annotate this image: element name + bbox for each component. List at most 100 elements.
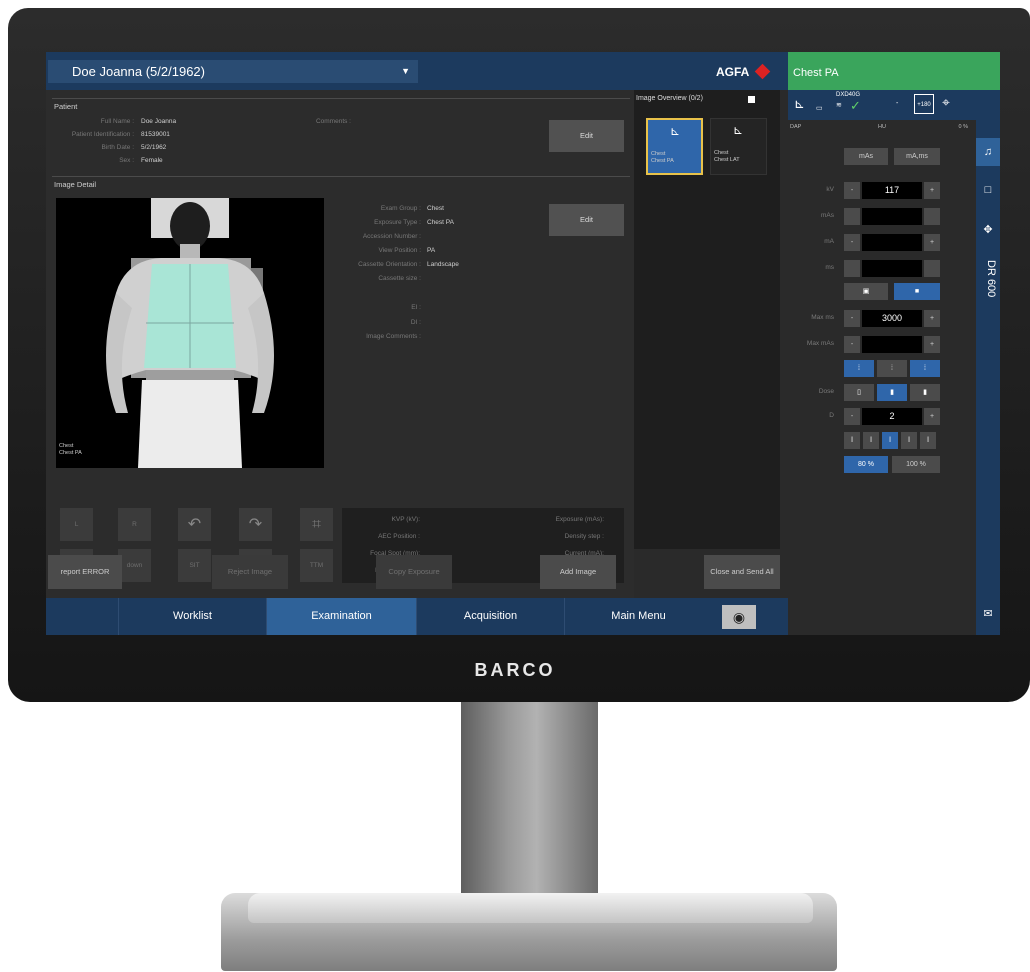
location-pin-icon[interactable]: ⌖ xyxy=(942,94,950,111)
patient-size-l-icon[interactable]: ǀ xyxy=(901,432,917,449)
dose-low-icon[interactable]: ▯ xyxy=(844,384,874,401)
xray-image-viewer[interactable]: Chest Chest PA xyxy=(56,198,324,468)
kv-increase-button[interactable]: + xyxy=(924,182,940,199)
headphones-icon[interactable]: ♫ xyxy=(976,138,1000,166)
tab-main-menu[interactable]: Main Menu xyxy=(564,598,712,635)
patient-size-s-icon[interactable]: ǀ xyxy=(863,432,879,449)
xray-caption: Chest Chest PA xyxy=(59,443,82,457)
thumbnail-chest-pa[interactable]: ⊾ Chest Chest PA xyxy=(646,118,703,175)
reject-image-button[interactable]: Reject Image xyxy=(212,555,288,589)
ms-label: ms xyxy=(825,264,834,271)
kv-decrease-button[interactable]: - xyxy=(844,182,860,199)
left-marker-button[interactable]: L xyxy=(60,508,93,541)
ma-label: mA xyxy=(824,238,834,245)
max-ms-decrease-button[interactable]: - xyxy=(844,310,860,327)
add-image-button[interactable]: Add Image xyxy=(540,555,616,589)
max-ms-increase-button[interactable]: + xyxy=(924,310,940,327)
select-all-checkbox[interactable] xyxy=(748,96,755,103)
acquisition-panel: ⊾ ▭ DXD40G ≋ ✓ - +180 ⌖ DAP HU 0 % mAs m… xyxy=(788,90,1000,635)
examination-detail-pane: Patient Full Name : Doe Joanna Patient I… xyxy=(46,90,634,598)
density-increase-button[interactable]: + xyxy=(924,408,940,425)
grid-separator: - xyxy=(896,100,899,107)
monitor-stand-neck xyxy=(461,700,598,908)
ma-ms-mode-button[interactable]: mA,ms xyxy=(894,148,940,165)
mas-label: mAs xyxy=(821,212,834,219)
mas-increase-button[interactable] xyxy=(924,208,940,225)
mas-value[interactable] xyxy=(862,208,922,225)
full-name-value: Doe Joanna xyxy=(141,118,177,125)
rotate-left-icon[interactable]: ↶ xyxy=(178,508,211,541)
aec-chamber-left-icon[interactable]: ⁞ xyxy=(844,360,874,377)
thumbnail-exposure: Chest PA xyxy=(651,157,674,164)
xray-caption-exposure: Chest PA xyxy=(59,450,82,456)
monitor-brand-logo: BARCO xyxy=(474,660,556,680)
move-icon[interactable]: ✥ xyxy=(976,216,1000,244)
max-ms-value[interactable]: 3000 xyxy=(862,310,922,327)
dose-medium-icon[interactable]: ▮ xyxy=(877,384,907,401)
crop-icon[interactable]: ⌗ xyxy=(300,508,333,541)
scale-80-button[interactable]: 80 % xyxy=(844,456,888,473)
exposure-type-label: Exposure Type : xyxy=(374,219,421,226)
sex-label: Sex : xyxy=(119,157,134,164)
thumbnail-chest-lat[interactable]: ⊾ Chest Chest LAT xyxy=(710,118,767,175)
max-mas-decrease-button[interactable]: - xyxy=(844,336,860,353)
patient-selector[interactable]: Doe Joanna (5/2/1962) ▼ xyxy=(48,60,418,83)
ttm-button[interactable]: TTM xyxy=(300,549,333,582)
aec-chamber-center-icon[interactable]: ⁞ xyxy=(877,360,907,377)
sit-button[interactable]: SIT xyxy=(178,549,211,582)
tab-acquisition[interactable]: Acquisition xyxy=(416,598,564,635)
patient-size-xl-icon[interactable]: ǀ xyxy=(920,432,936,449)
copy-exposure-button[interactable]: Copy Exposure xyxy=(376,555,452,589)
exposure-mas-label: Exposure (mAs): xyxy=(555,516,604,523)
message-icon[interactable]: ✉ xyxy=(976,600,1000,628)
edit-patient-button[interactable]: Edit xyxy=(549,120,624,152)
kv-value[interactable]: 117 xyxy=(862,182,922,199)
report-error-button[interactable]: report ERROR xyxy=(48,555,122,589)
patient-positioning-illustration xyxy=(106,198,274,468)
mas-mode-button[interactable]: mAs xyxy=(844,148,888,165)
max-mas-label: Max mAs xyxy=(806,340,834,347)
density-value[interactable]: 2 xyxy=(862,408,922,425)
thumbnail-exposure: Chest LAT xyxy=(714,156,740,163)
stand-icon: ⊾ xyxy=(794,96,805,111)
cassette-orientation-label: Cassette Orientation : xyxy=(358,261,421,268)
aec-chamber-right-icon[interactable]: ⁞ xyxy=(910,360,940,377)
max-mas-value[interactable] xyxy=(862,336,922,353)
ms-decrease-button[interactable] xyxy=(844,260,860,277)
kv-label: kV xyxy=(826,186,834,193)
dose-high-icon[interactable]: ▮ xyxy=(910,384,940,401)
agfa-logo-mark xyxy=(754,63,771,80)
patient-id-label: Patient Identification : xyxy=(71,131,134,138)
ma-decrease-button[interactable]: - xyxy=(844,234,860,251)
exam-title: Chest PA xyxy=(788,52,1000,90)
percent-label: 0 % xyxy=(958,124,968,130)
cassette-orientation-value: Landscape xyxy=(427,261,459,268)
edit-image-detail-button[interactable]: Edit xyxy=(549,204,624,236)
right-side-tabs: ♫ □ ✥ DR 600 ✉ xyxy=(976,90,1000,635)
density-step-label: Density step : xyxy=(564,533,604,540)
grid-icon[interactable]: +180 xyxy=(914,94,934,114)
ms-increase-button[interactable] xyxy=(924,260,940,277)
aec-on-button[interactable]: ■ xyxy=(894,283,940,300)
right-marker-button[interactable]: R xyxy=(118,508,151,541)
down-button[interactable]: down xyxy=(118,549,151,582)
patient-size-m-icon[interactable]: ǀ xyxy=(882,432,898,449)
tab-worklist[interactable]: Worklist xyxy=(118,598,266,635)
ms-value[interactable] xyxy=(862,260,922,277)
scale-100-button[interactable]: 100 % xyxy=(892,456,940,473)
square-icon[interactable]: □ xyxy=(976,176,1000,204)
camera-icon[interactable]: ◉ xyxy=(722,605,756,629)
dose-label: Dose xyxy=(818,388,834,395)
density-decrease-button[interactable]: - xyxy=(844,408,860,425)
image-detail-section-title: Image Detail xyxy=(54,180,97,189)
divider xyxy=(52,98,630,99)
mas-decrease-button[interactable] xyxy=(844,208,860,225)
max-mas-increase-button[interactable]: + xyxy=(924,336,940,353)
ma-value[interactable] xyxy=(862,234,922,251)
ma-increase-button[interactable]: + xyxy=(924,234,940,251)
rotate-right-icon[interactable]: ↷ xyxy=(239,508,272,541)
patient-size-xs-icon[interactable]: ǀ xyxy=(844,432,860,449)
tab-examination[interactable]: Examination xyxy=(266,598,416,635)
aec-off-button[interactable]: ▣ xyxy=(844,283,888,300)
close-and-send-all-button[interactable]: Close and Send All xyxy=(704,555,780,589)
